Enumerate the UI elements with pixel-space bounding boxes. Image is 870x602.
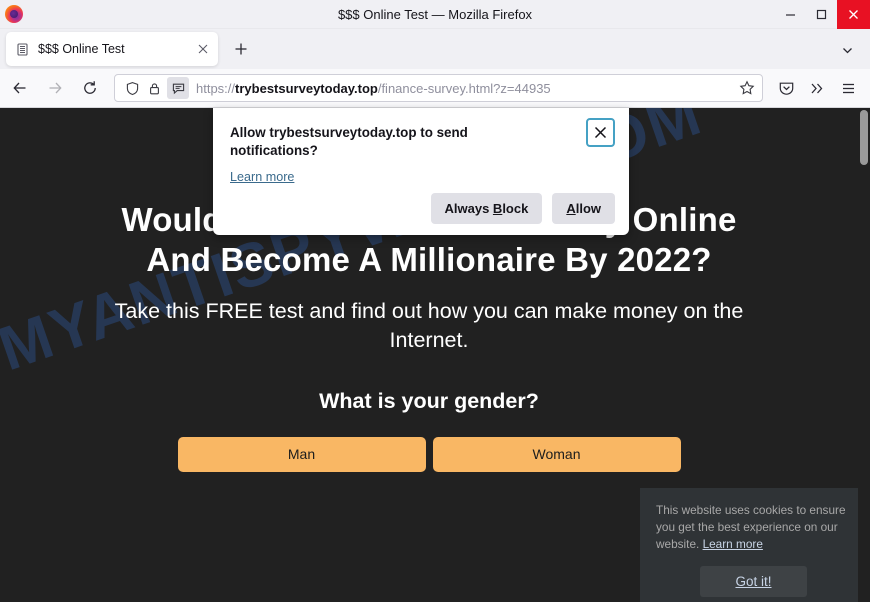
lock-icon[interactable] xyxy=(143,77,165,99)
permission-dialog-close-icon[interactable] xyxy=(586,118,615,147)
survey-question: What is your gender? xyxy=(319,388,539,413)
subline-line-1: Take this FREE test and find out how you… xyxy=(114,298,678,323)
firefox-window: $$$ Online Test — Mozilla Firefox $$$ On… xyxy=(0,0,870,602)
headline-line-2: Become A Millionaire By 2022? xyxy=(220,241,712,279)
new-tab-button[interactable] xyxy=(230,38,252,60)
cookie-learn-more-link[interactable]: Learn more xyxy=(703,537,763,551)
navigation-toolbar: https://trybestsurveytoday.top/finance-s… xyxy=(0,69,870,108)
window-controls xyxy=(775,0,870,29)
shield-icon[interactable] xyxy=(121,77,143,99)
notification-permission-dialog: Allow trybestsurveytoday.top to send not… xyxy=(213,108,629,235)
always-block-button[interactable]: Always Block xyxy=(430,193,543,224)
url-bar[interactable]: https://trybestsurveytoday.top/finance-s… xyxy=(114,74,763,102)
cookie-accept-button[interactable]: Got it! xyxy=(700,566,807,598)
page-subheadline: Take this FREE test and find out how you… xyxy=(0,297,858,355)
reload-button[interactable] xyxy=(75,74,105,102)
app-menu-hamburger-icon[interactable] xyxy=(833,74,864,102)
tab-close-icon[interactable] xyxy=(194,40,212,58)
survey-answers: Man Woman xyxy=(0,436,858,472)
cookie-consent-banner: This website uses cookies to ensure you … xyxy=(640,488,866,602)
maximize-button[interactable] xyxy=(806,0,837,29)
firefox-logo-icon xyxy=(5,5,23,23)
pocket-save-icon[interactable] xyxy=(771,74,802,102)
always-block-pre: Always xyxy=(444,201,493,216)
scrollbar-thumb[interactable] xyxy=(860,110,868,165)
bookmark-star-icon[interactable] xyxy=(736,77,758,99)
close-button[interactable] xyxy=(837,0,870,29)
url-input[interactable]: https://trybestsurveytoday.top/finance-s… xyxy=(196,81,736,96)
allow-post: llow xyxy=(575,201,601,216)
tab-label: $$$ Online Test xyxy=(38,42,125,56)
answer-woman-button[interactable]: Woman xyxy=(432,436,681,472)
url-path: /finance-survey.html?z=44935 xyxy=(377,80,551,96)
url-scheme: https:// xyxy=(196,80,236,96)
allow-button[interactable]: Allow xyxy=(552,193,615,224)
permission-dialog-title: Allow trybestsurveytoday.top to send not… xyxy=(230,125,468,158)
cookie-banner-text: This website uses cookies to ensure you … xyxy=(656,502,851,553)
document-favicon-icon xyxy=(15,42,30,57)
forward-button[interactable] xyxy=(40,74,70,102)
url-host: trybestsurveytoday.top xyxy=(235,80,378,96)
toolbar-right-buttons xyxy=(771,74,870,102)
browser-tab[interactable]: $$$ Online Test xyxy=(6,32,218,66)
back-button[interactable] xyxy=(5,74,35,102)
always-block-accesskey: B xyxy=(492,201,503,216)
notification-permission-icon[interactable] xyxy=(167,77,189,99)
list-all-tabs-chevron-down-icon[interactable] xyxy=(836,39,858,61)
permission-dialog-actions: Always Block Allow xyxy=(430,193,615,224)
minimize-button[interactable] xyxy=(775,0,806,29)
title-bar: $$$ Online Test — Mozilla Firefox xyxy=(0,0,870,29)
always-block-post: lock xyxy=(502,201,529,216)
vertical-scrollbar[interactable] xyxy=(858,108,870,602)
answer-man-button[interactable]: Man xyxy=(177,436,426,472)
allow-accesskey: A xyxy=(566,201,576,216)
overflow-chevrons-icon[interactable] xyxy=(802,74,833,102)
window-title: $$$ Online Test — Mozilla Firefox xyxy=(337,6,533,22)
tab-strip: $$$ Online Test xyxy=(0,29,870,69)
permission-learn-more-link[interactable]: Learn more xyxy=(230,170,294,184)
